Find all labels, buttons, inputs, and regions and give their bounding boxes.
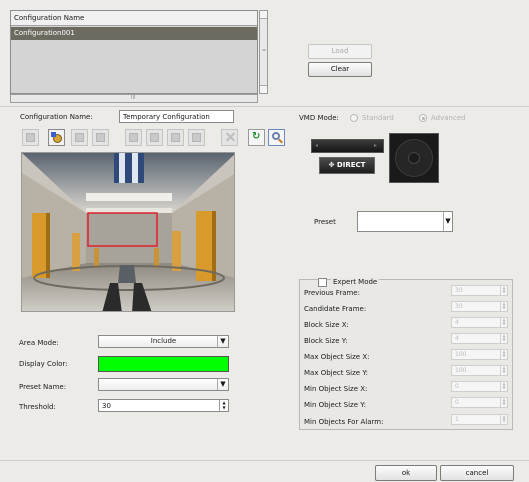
spinner-arrows-icon[interactable]: ▲ ▼ (500, 318, 507, 327)
expert-mode-checkbox[interactable] (318, 278, 327, 287)
block-size-x-spinner[interactable]: 4 ▲ ▼ (451, 317, 508, 328)
spinner-arrows-icon[interactable]: ▲ ▼ (500, 286, 507, 295)
add-zone-icon[interactable] (125, 129, 142, 146)
mall-interior-image (22, 153, 234, 311)
stamp-icon[interactable] (71, 129, 88, 146)
scroll-grip-label: III (131, 95, 136, 101)
configuration-list-item[interactable]: Configuration001 (11, 27, 257, 40)
previous-frame-spinner[interactable]: 30 ▲ ▼ (451, 285, 508, 296)
min-object-size-x-value: 0 (455, 383, 459, 390)
zone-edit-2-icon[interactable] (188, 129, 205, 146)
max-object-size-y-spinner[interactable]: 100 ▲ ▼ (451, 365, 508, 376)
eraser-icon[interactable] (92, 129, 109, 146)
block-size-y-spinner[interactable]: 4 ▲ ▼ (451, 333, 508, 344)
max-object-size-y-label: Max Object Size Y: (304, 369, 369, 377)
load-button[interactable]: Load (308, 44, 372, 59)
previous-frame-value: 30 (455, 287, 463, 294)
direct-button[interactable]: ✥ DIRECT (319, 157, 375, 174)
vmd-advanced-radio[interactable] (419, 114, 427, 122)
max-object-size-y-value: 100 (455, 367, 467, 374)
configuration-list[interactable]: Configuration Name Configuration001 (10, 10, 258, 94)
preset-select[interactable]: ▼ (357, 211, 453, 232)
min-objects-for-alarm-label: Min Objects For Alarm: (304, 418, 384, 426)
max-object-size-x-label: Max Object Size X: (304, 353, 370, 361)
ptz-joystick[interactable] (389, 133, 439, 183)
preset-name-label: Preset Name: (19, 383, 67, 391)
display-color-label: Display Color: (19, 360, 68, 368)
chevron-down-icon[interactable]: ▼ (217, 379, 228, 390)
vmd-advanced-label: Advanced (431, 114, 466, 122)
expert-mode-group: Expert Mode Previous Frame: 30 ▲ ▼ Candida… (299, 278, 513, 430)
brush-icon[interactable] (48, 129, 65, 146)
divider (0, 460, 529, 461)
display-color-swatch[interactable] (98, 356, 229, 372)
chevron-down-icon[interactable]: ▼ (443, 212, 452, 231)
direct-move-icon: ✥ (328, 161, 337, 169)
spinner-arrows-icon[interactable]: ▲ ▼ (500, 334, 507, 343)
camera-view[interactable] (21, 152, 235, 312)
zone-edit-icon[interactable] (167, 129, 184, 146)
divider (0, 106, 529, 107)
block-size-x-value: 4 (455, 319, 459, 326)
spinner-arrows-icon[interactable]: ▲ ▼ (500, 366, 507, 375)
configuration-list-header: Configuration Name (11, 11, 257, 26)
block-size-x-label: Block Size X: (304, 321, 349, 329)
vmd-mode-label: VMD Mode: (299, 114, 339, 122)
grid-icon[interactable] (22, 129, 39, 146)
refresh-icon[interactable]: ↻ (248, 129, 265, 146)
ptz-speed-bar[interactable]: ◂ ▸ (311, 139, 384, 153)
min-object-size-x-spinner[interactable]: 0 ▲ ▼ (451, 381, 508, 392)
config-list-vertical-scrollbar[interactable]: = (259, 10, 268, 94)
right-arrow-icon[interactable]: ▸ (374, 143, 380, 149)
delete-icon[interactable] (221, 129, 238, 146)
add-zone-2-icon[interactable] (146, 129, 163, 146)
preset-name-select[interactable]: ▼ (98, 378, 229, 391)
config-list-horizontal-scrollbar[interactable]: III (10, 94, 258, 103)
min-object-size-y-value: 0 (455, 399, 459, 406)
direct-label: DIRECT (336, 161, 366, 169)
clear-button[interactable]: Clear (308, 62, 372, 77)
min-object-size-y-label: Min Object Size Y: (304, 401, 366, 409)
threshold-stepper-icon[interactable]: ▲ ▼ (219, 400, 228, 411)
area-mode-label: Area Mode: (19, 339, 59, 347)
vmd-standard-radio[interactable] (350, 114, 358, 122)
joystick-pad-icon[interactable] (395, 139, 433, 177)
cancel-button[interactable]: cancel (440, 465, 514, 481)
spinner-arrows-icon[interactable]: ▲ ▼ (500, 398, 507, 407)
area-mode-value: Include (150, 337, 177, 345)
block-size-y-value: 4 (455, 335, 459, 342)
previous-frame-label: Previous Frame: (304, 289, 360, 297)
left-arrow-icon[interactable]: ◂ (315, 143, 321, 149)
candidate-frame-value: 30 (455, 303, 463, 310)
block-size-y-label: Block Size Y: (304, 337, 348, 345)
zoom-icon[interactable] (268, 129, 285, 146)
vmd-standard-label: Standard (362, 114, 394, 122)
candidate-frame-label: Candidate Frame: (304, 305, 367, 313)
max-object-size-x-value: 100 (455, 351, 467, 358)
spinner-arrows-icon[interactable]: ▲ ▼ (500, 350, 507, 359)
expert-mode-label: Expert Mode (331, 278, 380, 286)
threshold-input[interactable]: 30 (98, 399, 229, 412)
spinner-arrows-icon[interactable]: ▲ ▼ (500, 302, 507, 311)
min-objects-for-alarm-value: 1 (455, 416, 459, 423)
configuration-name-input[interactable]: Temporary Configuration (119, 110, 234, 123)
scroll-grip-icon: = (262, 48, 267, 54)
configuration-name-label: Configuration Name: (20, 113, 93, 121)
preset-label: Preset (314, 218, 336, 226)
chevron-down-icon[interactable]: ▼ (217, 336, 228, 347)
spinner-arrows-icon[interactable]: ▲ ▼ (500, 415, 507, 424)
min-objects-for-alarm-spinner[interactable]: 1 ▲ ▼ (451, 414, 508, 425)
threshold-label: Threshold: (19, 403, 56, 411)
scroll-up-icon[interactable] (260, 11, 267, 19)
max-object-size-x-spinner[interactable]: 100 ▲ ▼ (451, 349, 508, 360)
min-object-size-x-label: Min Object Size X: (304, 385, 368, 393)
spinner-arrows-icon[interactable]: ▲ ▼ (500, 382, 507, 391)
min-object-size-y-spinner[interactable]: 0 ▲ ▼ (451, 397, 508, 408)
scroll-down-icon[interactable] (260, 85, 267, 93)
ok-button[interactable]: ok (375, 465, 437, 481)
candidate-frame-spinner[interactable]: 30 ▲ ▼ (451, 301, 508, 312)
area-mode-select[interactable]: Include ▼ (98, 335, 229, 348)
